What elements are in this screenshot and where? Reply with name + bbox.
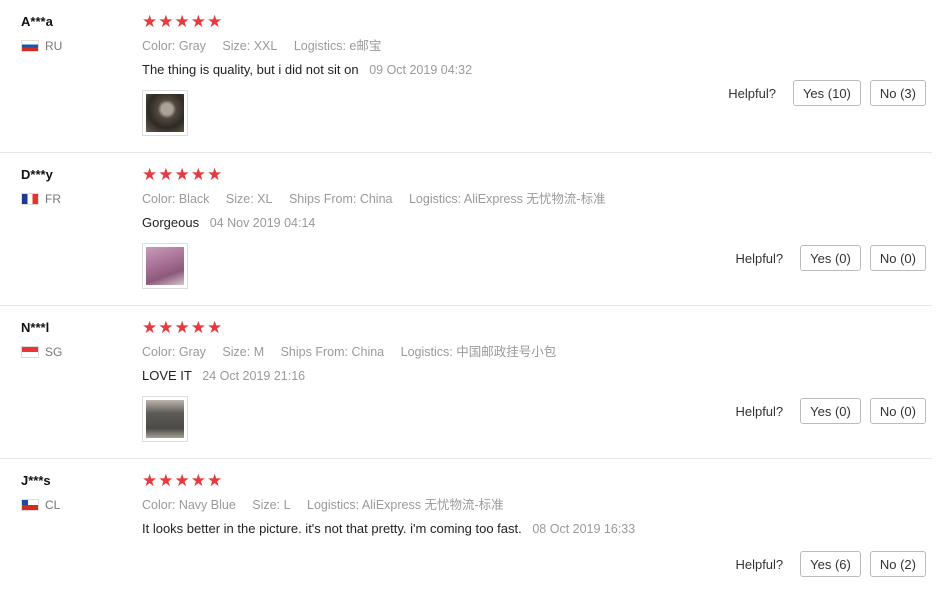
attribute-size: Size: L [252, 498, 291, 512]
attribute-color: Color: Gray [142, 39, 206, 53]
reviewer-info: N***l SG [21, 319, 121, 359]
attribute-logistics: Logistics: e邮宝 [293, 39, 382, 53]
reviewer-country: CL [21, 498, 121, 512]
product-attributes: Color: Gray Size: XXL Logistics: e邮宝 [142, 38, 932, 54]
review-item: J***s CL ★★★★★ Color: Navy Blue Size: L … [0, 459, 932, 612]
product-attributes: Color: Navy Blue Size: L Logistics: AliE… [142, 497, 932, 513]
review-date: 09 Oct 2019 04:32 [369, 63, 473, 77]
reviewer-country: SG [21, 345, 121, 359]
country-code: SG [45, 345, 63, 359]
helpful-vote: Helpful? Yes (6) No (2) [735, 551, 926, 577]
reviewer-info: A***a RU [21, 13, 121, 53]
helpful-label: Helpful? [735, 556, 784, 572]
country-code: RU [45, 39, 63, 53]
helpful-vote: Helpful? Yes (0) No (0) [735, 245, 926, 271]
attribute-logistics: Logistics: AliExpress 无忧物流-标准 [408, 192, 606, 206]
product-attributes: Color: Gray Size: M Ships From: China Lo… [142, 344, 932, 360]
review-content: ★★★★★ Color: Navy Blue Size: L Logistics… [142, 472, 932, 537]
chile-flag-icon [21, 499, 39, 511]
review-text-line: Gorgeous 04 Nov 2019 04:14 [142, 215, 932, 231]
reviewer-name: D***y [21, 167, 53, 182]
attribute-size: Size: XL [225, 192, 273, 206]
review-list: A***a RU ★★★★★ Color: Gray Size: XXL Log… [0, 0, 950, 612]
helpful-yes-button[interactable]: Yes (0) [800, 245, 861, 271]
review-photo-thumbnail[interactable] [142, 90, 188, 136]
attribute-color: Color: Gray [142, 345, 206, 359]
product-attributes: Color: Black Size: XL Ships From: China … [142, 191, 932, 207]
review-date: 08 Oct 2019 16:33 [532, 522, 636, 536]
review-photo [146, 247, 184, 285]
helpful-label: Helpful? [735, 403, 784, 419]
star-rating: ★★★★★ [142, 165, 224, 184]
russia-flag-icon [21, 40, 39, 52]
attribute-logistics: Logistics: AliExpress 无忧物流-标准 [307, 498, 504, 512]
star-rating: ★★★★★ [142, 12, 224, 31]
attribute-color: Color: Navy Blue [142, 498, 236, 512]
star-rating: ★★★★★ [142, 318, 224, 337]
reviewer-country: RU [21, 39, 121, 53]
attribute-logistics: Logistics: 中国邮政挂号小包 [400, 345, 557, 359]
helpful-no-button[interactable]: No (2) [869, 551, 926, 577]
review-date: 24 Oct 2019 21:16 [202, 369, 306, 383]
attribute-ships-from: Ships From: China [280, 345, 385, 359]
review-text-line: The thing is quality, but i did not sit … [142, 62, 932, 78]
review-text-line: LOVE IT 24 Oct 2019 21:16 [142, 368, 932, 384]
reviewer-info: J***s CL [21, 472, 121, 512]
star-rating: ★★★★★ [142, 471, 224, 490]
review-photo [146, 400, 184, 438]
country-code: CL [45, 498, 61, 512]
review-text-line: It looks better in the picture. it's not… [142, 521, 932, 537]
helpful-yes-button[interactable]: Yes (0) [800, 398, 861, 424]
france-flag-icon [21, 193, 39, 205]
helpful-vote: Helpful? Yes (10) No (3) [728, 80, 926, 106]
helpful-yes-button[interactable]: Yes (6) [800, 551, 861, 577]
helpful-no-button[interactable]: No (0) [869, 245, 926, 271]
review-text: LOVE IT [142, 368, 192, 383]
review-item: D***y FR ★★★★★ Color: Black Size: XL Shi… [0, 153, 932, 306]
singapore-flag-icon [21, 346, 39, 358]
review-text: It looks better in the picture. it's not… [142, 521, 522, 536]
helpful-no-button[interactable]: No (3) [869, 80, 926, 106]
reviewer-name: A***a [21, 14, 53, 29]
attribute-ships-from: Ships From: China [288, 192, 393, 206]
reviewer-name: N***l [21, 320, 50, 335]
attribute-size: Size: M [222, 345, 265, 359]
review-text: The thing is quality, but i did not sit … [142, 62, 359, 77]
review-date: 04 Nov 2019 04:14 [209, 216, 316, 230]
country-code: FR [45, 192, 61, 206]
attribute-color: Color: Black [142, 192, 210, 206]
helpful-label: Helpful? [735, 250, 784, 266]
helpful-label: Helpful? [728, 85, 776, 101]
review-text: Gorgeous [142, 215, 200, 230]
review-item: N***l SG ★★★★★ Color: Gray Size: M Ships… [0, 306, 932, 459]
review-item: A***a RU ★★★★★ Color: Gray Size: XXL Log… [0, 0, 932, 153]
review-content: ★★★★★ Color: Gray Size: XXL Logistics: e… [142, 13, 932, 136]
review-photo-thumbnail[interactable] [142, 243, 188, 289]
helpful-no-button[interactable]: No (0) [869, 398, 926, 424]
attribute-size: Size: XXL [222, 39, 278, 53]
helpful-vote: Helpful? Yes (0) No (0) [735, 398, 926, 424]
review-photo-thumbnail[interactable] [142, 396, 188, 442]
review-photo [146, 94, 184, 132]
reviewer-country: FR [21, 192, 121, 206]
helpful-yes-button[interactable]: Yes (10) [792, 80, 861, 106]
reviewer-name: J***s [21, 473, 51, 488]
reviewer-info: D***y FR [21, 166, 121, 206]
